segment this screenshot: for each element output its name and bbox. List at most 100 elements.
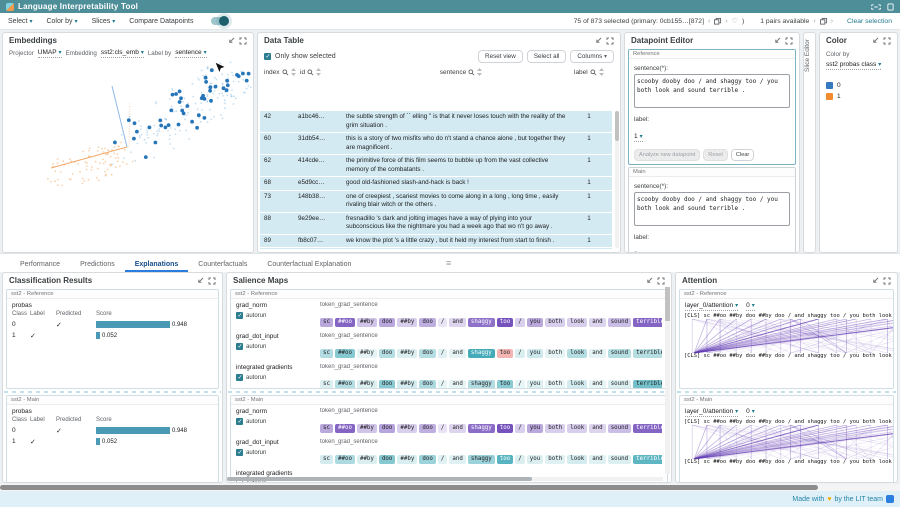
minimize-icon[interactable] — [227, 37, 235, 45]
salience-token[interactable]: ##oo — [335, 424, 355, 433]
reset-view-button[interactable]: Reset view — [478, 50, 523, 63]
salience-token[interactable]: shaggy — [468, 424, 495, 433]
salience-token[interactable]: sc — [320, 380, 333, 389]
compare-datapoints-toggle[interactable] — [211, 17, 228, 25]
salience-token[interactable]: shaggy — [468, 349, 495, 358]
salience-token[interactable]: look — [567, 424, 587, 433]
salience-token[interactable]: and — [449, 380, 465, 389]
salience-token[interactable]: sound — [608, 424, 631, 433]
salience-token[interactable]: and — [589, 349, 605, 358]
only-show-selected-checkbox[interactable] — [264, 53, 271, 60]
tab-counterfactual-explanation[interactable]: Counterfactual Explanation — [257, 258, 361, 272]
salience-token[interactable]: sc — [320, 424, 333, 433]
projector-select[interactable]: UMAP▾ — [38, 49, 62, 58]
clear-button[interactable]: Clear — [731, 149, 754, 161]
tab-performance[interactable]: Performance — [10, 258, 70, 272]
search-icon[interactable] — [590, 69, 597, 76]
salience-token[interactable]: both — [545, 424, 565, 433]
head-select[interactable]: 0▾ — [746, 302, 755, 311]
salience-token[interactable]: terrible — [633, 455, 662, 464]
salience-token[interactable]: ##by — [357, 455, 377, 464]
sort-icon[interactable] — [316, 68, 321, 76]
salience-token[interactable]: ##by — [357, 349, 377, 358]
salience-token[interactable]: look — [567, 318, 587, 327]
salience-token[interactable]: look — [567, 455, 587, 464]
favorite-icon[interactable]: ♡ — [732, 17, 738, 25]
classification-row[interactable]: 0✓0.948 — [7, 319, 218, 330]
salience-token[interactable]: shaggy — [468, 380, 495, 389]
select-menu[interactable]: Select▾ — [8, 18, 32, 25]
prev-pair-icon[interactable]: ‹ — [813, 18, 815, 25]
salience-token[interactable]: you — [527, 424, 543, 433]
salience-token[interactable]: too — [497, 349, 513, 358]
column-header-sentence[interactable]: sentence — [348, 68, 574, 76]
salience-token[interactable]: doo — [379, 349, 395, 358]
salience-token[interactable]: you — [527, 380, 543, 389]
salience-token[interactable]: ##by — [357, 380, 377, 389]
salience-token[interactable]: shaggy — [468, 455, 495, 464]
column-header-label[interactable]: label — [574, 68, 614, 76]
select-datapoint-icon[interactable] — [714, 18, 721, 25]
salience-token[interactable]: sound — [608, 318, 631, 327]
salience-token[interactable]: / — [438, 424, 448, 433]
next-datapoint-icon[interactable]: › — [725, 18, 727, 25]
salience-token[interactable]: ##oo — [335, 455, 355, 464]
module-divider[interactable] — [4, 391, 221, 393]
prev-datapoint-icon[interactable]: ‹ — [708, 18, 710, 25]
salience-token[interactable]: shaggy — [468, 318, 495, 327]
salience-token[interactable]: sc — [320, 349, 333, 358]
data-table-scrollbar[interactable] — [615, 111, 619, 248]
sort-icon[interactable] — [477, 68, 482, 76]
table-row[interactable]: 42a1bc46…the subtle strength of `` ellin… — [260, 111, 612, 133]
salience-token[interactable]: / — [438, 349, 448, 358]
salience-token[interactable]: ##oo — [335, 349, 355, 358]
salience-token[interactable]: / — [515, 318, 525, 327]
salience-token[interactable]: you — [527, 318, 543, 327]
sort-icon[interactable] — [291, 68, 296, 76]
salience-token[interactable]: you — [527, 455, 543, 464]
search-icon[interactable] — [468, 69, 475, 76]
column-header-id[interactable]: id — [300, 68, 348, 76]
maximize-icon[interactable] — [657, 277, 665, 285]
salience-token[interactable]: / — [515, 424, 525, 433]
salience-token[interactable]: and — [449, 349, 465, 358]
clear-selection-link[interactable]: Clear selection — [847, 18, 892, 25]
salience-token[interactable]: ##oo — [335, 380, 355, 389]
salience-token[interactable]: look — [567, 380, 587, 389]
classification-row[interactable]: 1✓0.052 — [7, 436, 218, 447]
salience-token[interactable]: ##oo — [335, 318, 355, 327]
salience-token[interactable]: ##by — [397, 380, 417, 389]
sort-icon[interactable] — [599, 68, 604, 76]
reset-button[interactable]: Reset — [703, 149, 728, 161]
salience-token[interactable]: / — [515, 349, 525, 358]
color-by-menu[interactable]: Color by▾ — [46, 18, 77, 25]
salience-token[interactable]: doo — [419, 318, 435, 327]
tab-explanations[interactable]: Explanations — [125, 258, 189, 272]
salience-token[interactable]: and — [589, 318, 605, 327]
layer-select[interactable]: layer_0/attention▾ — [685, 302, 738, 311]
salience-token[interactable]: ##by — [357, 318, 377, 327]
salience-token[interactable]: and — [449, 455, 465, 464]
autorun-checkbox[interactable] — [236, 418, 243, 425]
layer-select[interactable]: layer_0/attention▾ — [685, 408, 738, 417]
select-all-button[interactable]: Select all — [527, 50, 567, 63]
maximize-icon[interactable] — [208, 277, 216, 285]
columns-button[interactable]: Columns ▾ — [570, 50, 614, 63]
module-divider[interactable] — [677, 391, 896, 393]
link-icon[interactable] — [871, 3, 881, 11]
table-row[interactable]: 93d15b7d…if steven soderbergh 's ` solar… — [260, 248, 612, 249]
salience-token[interactable]: both — [545, 318, 565, 327]
salience-token[interactable]: sound — [608, 380, 631, 389]
salience-token[interactable]: doo — [419, 455, 435, 464]
maximize-icon[interactable] — [239, 37, 247, 45]
salience-token[interactable]: / — [438, 318, 448, 327]
salience-token[interactable]: both — [545, 349, 565, 358]
column-header-index[interactable]: index — [264, 68, 300, 76]
autorun-checkbox[interactable] — [236, 312, 243, 319]
embedding-select[interactable]: sst2:cls_emb▾ — [101, 49, 144, 58]
minimize-icon[interactable] — [773, 37, 781, 45]
autorun-checkbox[interactable] — [236, 449, 243, 456]
table-row[interactable]: 62414cde…the primitive force of this fil… — [260, 155, 612, 177]
salience-token[interactable]: doo — [419, 349, 435, 358]
salience-token[interactable]: ##by — [397, 424, 417, 433]
